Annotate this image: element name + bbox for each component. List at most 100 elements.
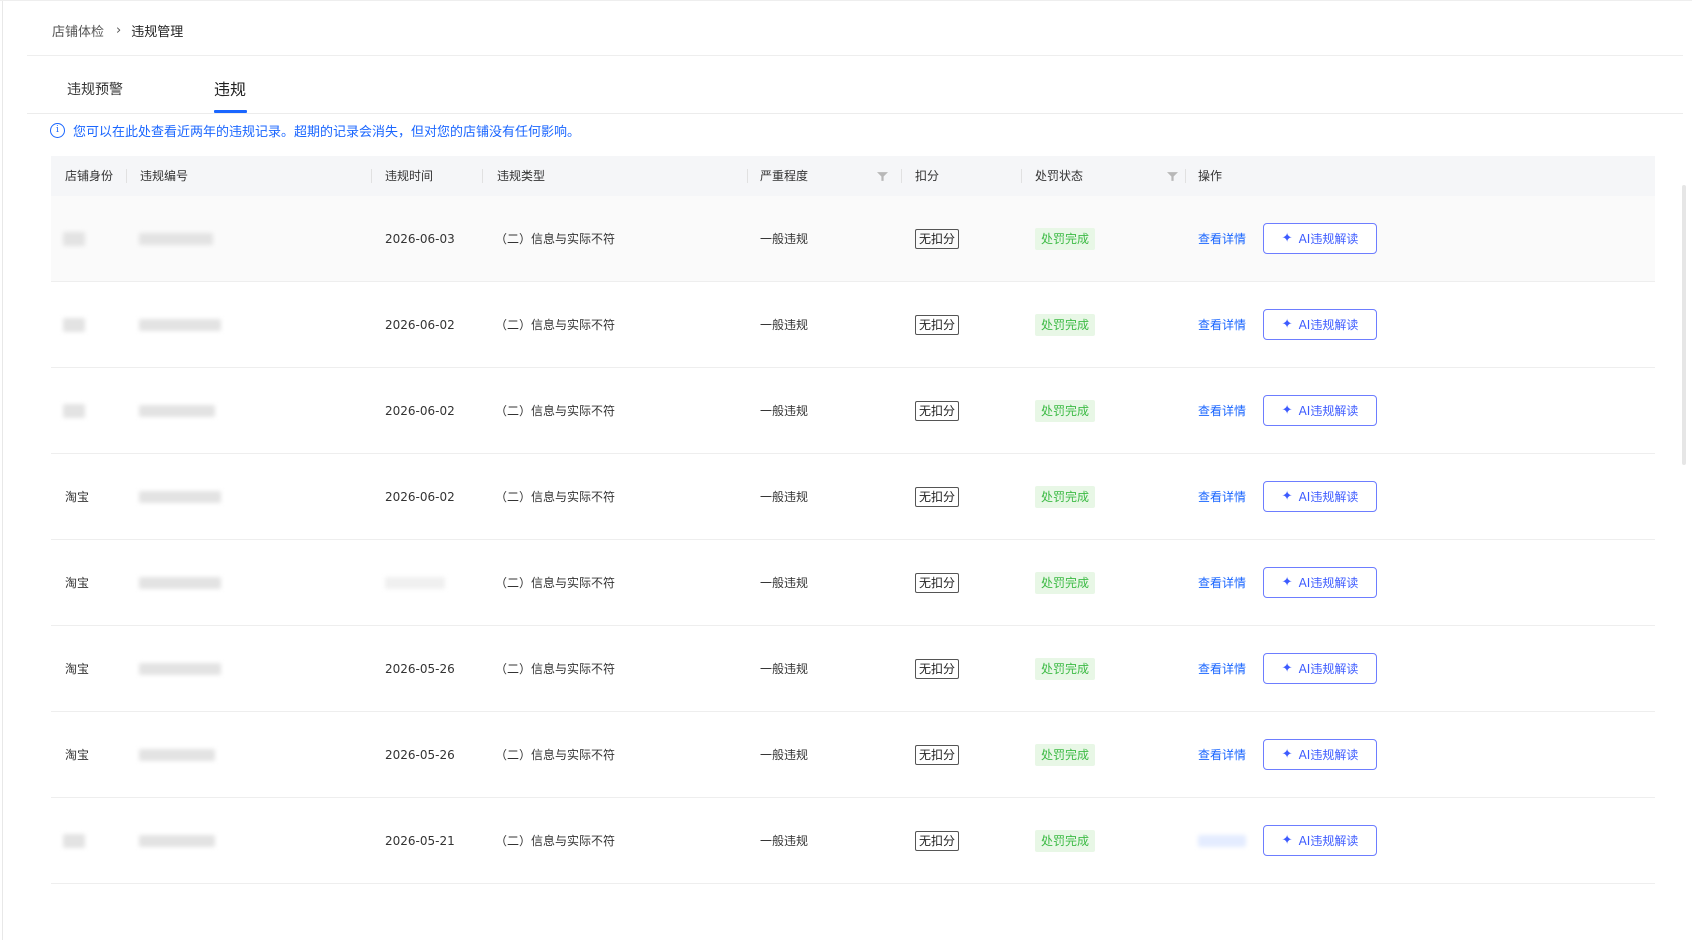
tab-violation-warning[interactable]: 违规预警 — [67, 78, 123, 112]
view-detail-link[interactable]: 查看详情 — [1198, 368, 1246, 453]
ai-cell: ✦ AI违规解读 — [1263, 282, 1377, 367]
score-tag: 无扣分 — [915, 744, 960, 765]
column-header-violation-id: 违规编号 — [140, 169, 189, 183]
ai-cell: ✦ AI违规解读 — [1263, 454, 1377, 539]
shop-identity: 淘宝 — [65, 576, 90, 590]
table-row: 2026-05-21 （二）信息与实际不符 一般违规 无扣分 处罚完成 ✦ AI违… — [51, 798, 1655, 884]
ai-interpret-button[interactable]: ✦ AI违规解读 — [1263, 653, 1377, 684]
column-header-date: 违规时间 — [385, 169, 434, 183]
sparkle-icon: ✦ — [1281, 231, 1293, 246]
table-row: 淘宝 2026-05-26 （二）信息与实际不符 一般违规 无扣分 处罚完成 查… — [51, 712, 1655, 798]
view-detail-label[interactable]: 查看详情 — [1198, 316, 1246, 333]
table-row: 淘宝 （二）信息与实际不符 一般违规 无扣分 处罚完成 查看详情 ✦ AI违规解读 — [51, 540, 1655, 626]
view-detail-link[interactable]: 查看详情 — [1198, 626, 1246, 711]
sparkle-icon: ✦ — [1281, 403, 1293, 418]
violation-type: （二）信息与实际不符 — [495, 490, 616, 504]
tab-violation[interactable]: 违规 — [214, 78, 246, 112]
view-detail-link[interactable]: 查看详情 — [1198, 282, 1246, 367]
status-badge: 处罚完成 — [1035, 743, 1096, 766]
violation-date: 2026-05-26 — [385, 661, 455, 676]
severity: 一般违规 — [760, 318, 809, 332]
violation-date: 2026-05-26 — [385, 747, 455, 762]
ai-cell: ✦ AI违规解读 — [1263, 540, 1377, 625]
violation-id-cell — [139, 454, 221, 539]
ai-interpret-button[interactable]: ✦ AI违规解读 — [1263, 825, 1377, 856]
blurred-violation-id — [139, 490, 221, 503]
blurred-violation-id — [139, 404, 215, 417]
breadcrumb: 店铺体检 › 违规管理 — [52, 20, 183, 40]
view-detail-label[interactable]: 查看详情 — [1198, 488, 1246, 505]
ai-interpret-label: AI违规解读 — [1298, 404, 1359, 418]
blurred-violation-id — [139, 662, 221, 675]
violation-id-cell — [139, 712, 215, 797]
violation-date: 2026-05-21 — [385, 833, 455, 848]
column-divider — [747, 169, 748, 183]
ai-interpret-label: AI违规解读 — [1298, 232, 1359, 246]
view-detail-cell[interactable] — [1198, 798, 1246, 883]
view-detail-label[interactable]: 查看详情 — [1198, 746, 1246, 763]
column-divider — [1185, 169, 1186, 183]
view-detail-link[interactable]: 查看详情 — [1198, 540, 1246, 625]
shop-identity-cell — [63, 196, 85, 281]
column-divider — [901, 169, 902, 183]
sparkle-icon: ✦ — [1281, 833, 1293, 848]
ai-interpret-button[interactable]: ✦ AI违规解读 — [1263, 739, 1377, 770]
chevron-right-icon: › — [116, 22, 122, 38]
sparkle-icon: ✦ — [1281, 575, 1293, 590]
filter-icon[interactable] — [877, 171, 888, 182]
info-icon: i — [50, 122, 65, 138]
score-tag: 无扣分 — [915, 228, 960, 249]
violation-type: （二）信息与实际不符 — [495, 662, 616, 676]
breadcrumb-parent[interactable]: 店铺体检 — [52, 21, 104, 40]
view-detail-link[interactable]: 查看详情 — [1198, 454, 1246, 539]
table-row: 2026-06-02 （二）信息与实际不符 一般违规 无扣分 处罚完成 查看详情… — [51, 368, 1655, 454]
score-cell: 无扣分 — [915, 368, 960, 453]
violation-type: （二）信息与实际不符 — [495, 748, 616, 762]
ai-interpret-button[interactable]: ✦ AI违规解读 — [1263, 481, 1377, 512]
view-detail-label[interactable]: 查看详情 — [1198, 230, 1246, 247]
view-detail-link[interactable]: 查看详情 — [1198, 712, 1246, 797]
header-divider — [27, 55, 1683, 56]
shop-identity-cell — [63, 368, 85, 453]
status-badge: 处罚完成 — [1035, 485, 1096, 508]
severity: 一般违规 — [760, 834, 809, 848]
status-cell: 处罚完成 — [1035, 798, 1096, 883]
blurred-identity — [63, 833, 85, 848]
score-tag: 无扣分 — [915, 400, 960, 421]
sparkle-icon: ✦ — [1281, 317, 1293, 332]
table-row: 2026-06-02 （二）信息与实际不符 一般违规 无扣分 处罚完成 查看详情… — [51, 282, 1655, 368]
filter-icon[interactable] — [1167, 171, 1178, 182]
view-detail-label[interactable]: 查看详情 — [1198, 402, 1246, 419]
ai-cell: ✦ AI违规解读 — [1263, 368, 1377, 453]
score-tag: 无扣分 — [915, 486, 960, 507]
score-cell: 无扣分 — [915, 282, 960, 367]
status-badge: 处罚完成 — [1035, 571, 1096, 594]
status-cell: 处罚完成 — [1035, 282, 1096, 367]
table-header: 店铺身份 违规编号 违规时间 违规类型 严重程度 扣分 处罚状态 操作 — [51, 156, 1655, 196]
sparkle-icon: ✦ — [1281, 661, 1293, 676]
view-detail-label[interactable]: 查看详情 — [1198, 574, 1246, 591]
ai-interpret-button[interactable]: ✦ AI违规解读 — [1263, 567, 1377, 598]
table-row: 淘宝 2026-06-02 （二）信息与实际不符 一般违规 无扣分 处罚完成 查… — [51, 454, 1655, 540]
violation-id-cell — [139, 626, 221, 711]
violation-date-cell — [385, 540, 445, 625]
ai-interpret-button[interactable]: ✦ AI违规解读 — [1263, 309, 1377, 340]
ai-interpret-button[interactable]: ✦ AI违规解读 — [1263, 223, 1377, 254]
column-header-score: 扣分 — [915, 169, 940, 183]
violation-id-cell — [139, 798, 215, 883]
ai-cell: ✦ AI违规解读 — [1263, 626, 1377, 711]
sparkle-icon: ✦ — [1281, 489, 1293, 504]
tab-active-indicator — [214, 110, 247, 113]
status-cell: 处罚完成 — [1035, 368, 1096, 453]
violation-type: （二）信息与实际不符 — [495, 404, 616, 418]
ai-interpret-button[interactable]: ✦ AI违规解读 — [1263, 395, 1377, 426]
score-cell: 无扣分 — [915, 712, 960, 797]
vertical-scrollbar[interactable] — [1682, 185, 1686, 465]
view-detail-link[interactable]: 查看详情 — [1198, 196, 1246, 281]
view-detail-label[interactable]: 查看详情 — [1198, 660, 1246, 677]
status-badge: 处罚完成 — [1035, 227, 1096, 250]
violation-type: （二）信息与实际不符 — [495, 232, 616, 246]
ai-cell: ✦ AI违规解读 — [1263, 196, 1377, 281]
severity: 一般违规 — [760, 576, 809, 590]
score-cell: 无扣分 — [915, 540, 960, 625]
